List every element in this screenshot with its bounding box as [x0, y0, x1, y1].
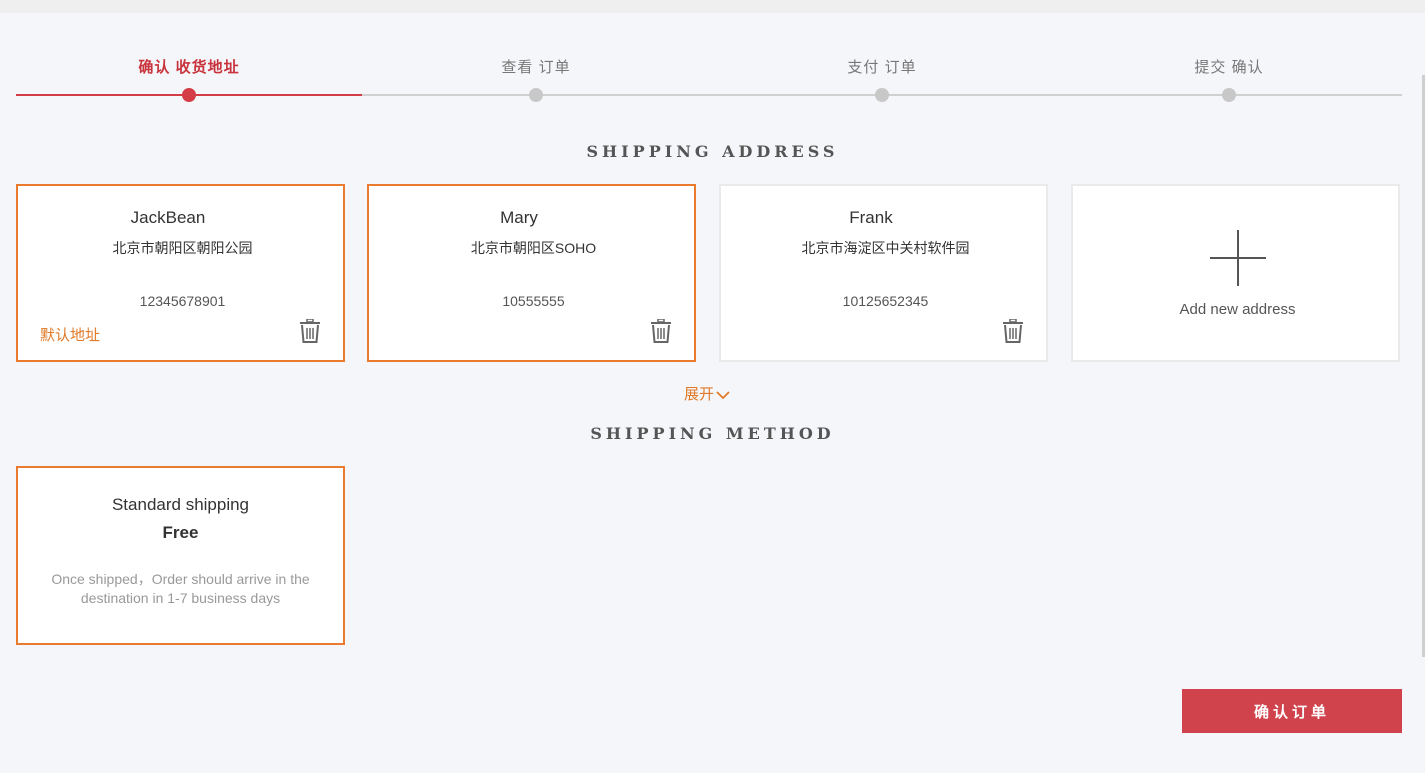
shipping-method-price: Free [162, 523, 199, 542]
step-dot [1222, 88, 1236, 102]
address-phone: 12345678901 [139, 293, 226, 309]
step-submit-confirm[interactable]: 提交 确认 [1056, 52, 1402, 107]
address-list: JackBean 北京市朝阳区朝阳公园 12345678901 默认地址 Mar… [16, 184, 1402, 362]
add-address-label: Add new address [1179, 301, 1296, 318]
step-dot [875, 88, 889, 102]
address-line: 北京市朝阳区SOHO [470, 240, 597, 256]
shipping-method-name: Standard shipping [111, 495, 250, 514]
shipping-method-title: SHIPPING METHOD [590, 424, 835, 443]
address-card[interactable]: JackBean 北京市朝阳区朝阳公园 12345678901 默认地址 [16, 184, 345, 362]
step-label: 提交 确认 [1194, 59, 1264, 76]
shipping-method-description: Once shipped，Order should arrive in the … [51, 571, 310, 606]
trash-icon[interactable] [1002, 319, 1024, 343]
step-label: 查看 订单 [501, 59, 571, 76]
address-name: Mary [500, 208, 538, 227]
trash-icon[interactable] [650, 319, 672, 343]
address-card[interactable]: Frank 北京市海淀区中关村软件园 10125652345 [719, 184, 1048, 362]
top-strip [0, 0, 1425, 13]
address-phone: 10555555 [502, 293, 565, 309]
step-label: 支付 订单 [847, 59, 917, 76]
confirm-order-button[interactable]: 确认订单 [1182, 689, 1402, 733]
address-line: 北京市朝阳区朝阳公园 [112, 240, 253, 256]
plus-icon [1210, 230, 1266, 286]
shipping-address-title: SHIPPING ADDRESS [586, 142, 839, 161]
checkout-stepper: 确认 收货地址 查看 订单 支付 订单 提交 确认 [16, 52, 1402, 107]
step-dot [529, 88, 543, 102]
address-name: JackBean [130, 208, 206, 227]
step-review-order[interactable]: 查看 订单 [363, 52, 709, 107]
expand-label: 展开 [684, 385, 715, 403]
trash-icon[interactable] [299, 319, 321, 343]
step-dot [182, 88, 196, 102]
address-card[interactable]: Mary 北京市朝阳区SOHO 10555555 [367, 184, 696, 362]
shipping-method-card[interactable]: Standard shipping Free Once shipped，Orde… [16, 466, 345, 645]
add-address-card[interactable]: Add new address [1071, 184, 1400, 362]
step-confirm-address[interactable]: 确认 收货地址 [16, 52, 362, 107]
expand-addresses-toggle[interactable]: 展开 [684, 382, 730, 404]
default-address-badge: 默认地址 [40, 327, 101, 344]
step-pay-order[interactable]: 支付 订单 [709, 52, 1055, 107]
address-line: 北京市海淀区中关村软件园 [801, 240, 970, 256]
address-name: Frank [849, 208, 893, 227]
chevron-down-icon [716, 390, 730, 399]
step-label: 确认 收货地址 [138, 59, 240, 76]
address-phone: 10125652345 [842, 293, 929, 309]
